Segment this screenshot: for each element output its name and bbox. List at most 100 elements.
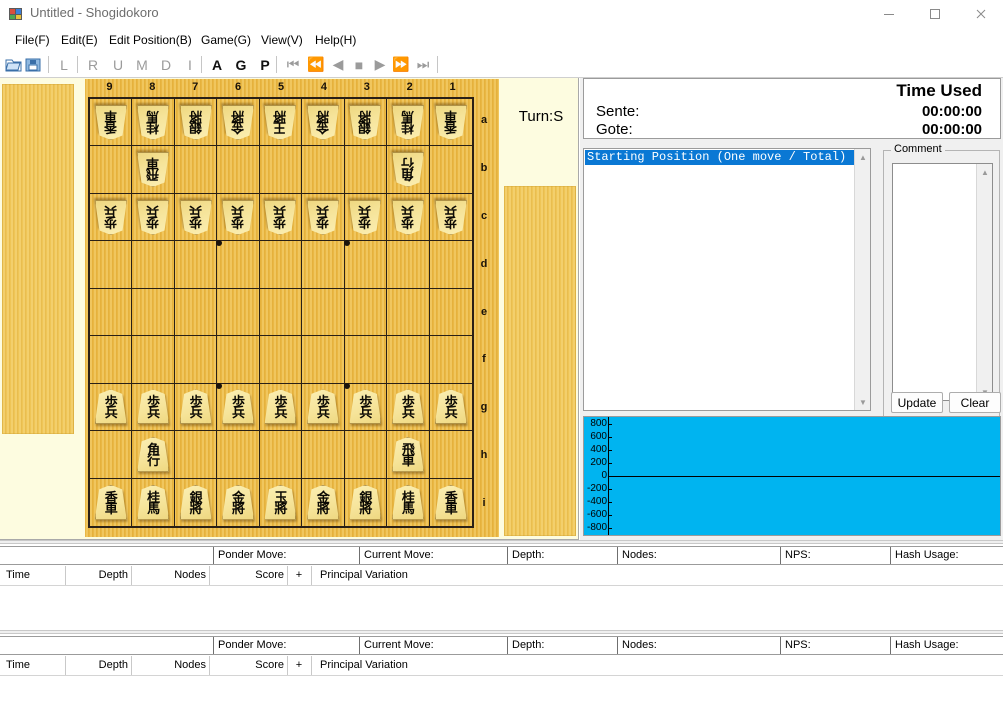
board-square-1i[interactable]: 香 車 (430, 479, 472, 526)
menu-item-view[interactable]: View(V) (258, 32, 306, 48)
piece-gold-gote[interactable]: 金 將 (307, 105, 339, 140)
board-square-5g[interactable]: 歩 兵 (259, 383, 303, 432)
board-square-7i[interactable]: 銀 將 (175, 478, 218, 526)
column-separator[interactable] (131, 566, 132, 585)
piece-pawn-gote[interactable]: 歩 兵 (222, 200, 254, 235)
board-square-5e[interactable] (259, 288, 303, 337)
board-square-2d[interactable] (387, 241, 430, 289)
board-square-4e[interactable] (302, 288, 345, 337)
board-square-4d[interactable] (302, 241, 345, 289)
piece-pawn-sente[interactable]: 歩 兵 (306, 389, 339, 425)
board-square-7h[interactable] (174, 431, 218, 479)
piece-pawn-sente[interactable]: 歩 兵 (391, 389, 424, 425)
piece-pawn-gote[interactable]: 歩 兵 (95, 200, 127, 235)
board-square-1c[interactable]: 歩 兵 (429, 194, 472, 242)
piece-lance-gote[interactable]: 香 車 (435, 105, 467, 140)
board-square-8b[interactable]: 飛 車 (132, 146, 175, 194)
board-square-6g[interactable]: 歩 兵 (217, 383, 260, 432)
piece-pawn-gote[interactable]: 歩 兵 (435, 200, 467, 235)
board-square-3g[interactable]: 歩 兵 (344, 383, 388, 432)
move-list[interactable]: Starting Position (One move / Total) ▲ ▼ (583, 148, 871, 411)
go-last-icon[interactable]: ⏭ (412, 54, 434, 75)
column-separator[interactable] (209, 566, 210, 585)
piece-pawn-gote[interactable]: 歩 兵 (392, 200, 424, 235)
piece-bishop-gote[interactable]: 角 行 (392, 152, 424, 187)
board-square-3d[interactable] (344, 241, 388, 289)
maximize-button[interactable] (912, 0, 957, 27)
board-square-9c[interactable]: 歩 兵 (90, 193, 133, 242)
board-square-7e[interactable] (174, 288, 218, 337)
piece-knight-sente[interactable]: 桂 馬 (137, 484, 170, 520)
piece-pawn-sente[interactable]: 歩 兵 (349, 389, 382, 425)
board-square-6b[interactable] (217, 146, 260, 194)
board-square-8i[interactable]: 桂 馬 (132, 478, 175, 526)
board-square-2f[interactable] (387, 336, 430, 384)
column-separator[interactable] (311, 566, 312, 585)
board-square-6e[interactable] (217, 288, 260, 337)
stop-icon[interactable]: ■ (348, 54, 370, 75)
board-square-1d[interactable] (429, 241, 472, 289)
piece-pawn-sente[interactable]: 歩 兵 (222, 389, 255, 425)
board-square-5i[interactable]: 玉 將 (260, 478, 303, 526)
board-square-6a[interactable]: 金 將 (217, 99, 260, 147)
board-square-5d[interactable] (259, 241, 303, 289)
column-separator[interactable] (131, 656, 132, 675)
letter-a-button[interactable]: A (207, 54, 227, 75)
board-square-9a[interactable]: 香 車 (90, 99, 133, 147)
board-square-7d[interactable] (174, 241, 218, 289)
column-separator[interactable] (287, 656, 288, 675)
menu-item-game[interactable]: Game(G) (198, 32, 254, 48)
save-file-icon[interactable] (23, 54, 43, 75)
board-square-4b[interactable] (302, 146, 345, 194)
comment-scroll-up-icon[interactable]: ▲ (977, 164, 993, 180)
letter-p-button[interactable]: P (255, 54, 275, 75)
piece-pawn-gote[interactable]: 歩 兵 (307, 200, 339, 235)
go-first-icon[interactable]: ⏮ (282, 54, 304, 75)
piece-rook-gote[interactable]: 飛 車 (137, 152, 169, 187)
board-square-2i[interactable]: 桂 馬 (387, 478, 430, 526)
update-button[interactable]: Update (891, 392, 943, 413)
board-square-7b[interactable] (174, 146, 218, 194)
piece-king-sente[interactable]: 玉 將 (264, 484, 297, 520)
piece-pawn-gote[interactable]: 歩 兵 (180, 200, 212, 235)
board-square-6h[interactable] (217, 431, 260, 479)
board-grid[interactable]: 香 車桂 馬銀 將金 將王 將金 將銀 將桂 馬香 車飛 車角 行歩 兵歩 兵歩… (88, 97, 474, 528)
shogi-board[interactable]: 987654321 abcdefghi 香 車桂 馬銀 將金 將王 將金 將銀 … (85, 79, 499, 537)
board-square-5f[interactable] (259, 336, 303, 384)
board-square-2g[interactable]: 歩 兵 (387, 383, 430, 432)
sente-piece-stand[interactable] (504, 186, 576, 536)
letter-u-button[interactable]: U (108, 54, 128, 75)
letter-i-button[interactable]: I (180, 54, 200, 75)
board-square-5h[interactable] (259, 431, 303, 479)
column-header-depth[interactable]: Depth (72, 657, 128, 674)
column-header-principal-variation[interactable]: Principal Variation (320, 657, 620, 674)
step-back-icon[interactable]: ◀ (327, 54, 349, 75)
letter-d-button[interactable]: D (156, 54, 176, 75)
move-list-scrollbar[interactable]: ▲ ▼ (854, 149, 870, 410)
letter-r-button[interactable]: R (83, 54, 103, 75)
board-square-5a[interactable]: 王 將 (259, 99, 303, 147)
board-square-5b[interactable] (259, 146, 303, 194)
piece-pawn-sente[interactable]: 歩 兵 (264, 389, 297, 425)
board-square-8c[interactable]: 歩 兵 (132, 193, 175, 242)
piece-knight-sente[interactable]: 桂 馬 (391, 484, 424, 520)
board-square-3h[interactable] (344, 431, 388, 479)
board-square-9e[interactable] (90, 288, 133, 337)
column-header-nodes[interactable]: Nodes (134, 657, 206, 674)
board-square-2b[interactable]: 角 行 (387, 146, 430, 194)
board-square-4g[interactable]: 歩 兵 (302, 383, 345, 432)
board-square-9d[interactable] (90, 241, 133, 289)
board-square-2e[interactable] (387, 288, 430, 337)
letter-g-button[interactable]: G (231, 54, 251, 75)
piece-silver-gote[interactable]: 銀 將 (180, 105, 212, 140)
column-header-plus[interactable]: + (290, 567, 308, 584)
board-square-8g[interactable]: 歩 兵 (132, 383, 175, 432)
menu-item-edit[interactable]: Edit(E) (58, 32, 101, 48)
board-square-8f[interactable] (132, 336, 175, 384)
piece-lance-sente[interactable]: 香 車 (434, 484, 467, 520)
board-square-4a[interactable]: 金 將 (302, 99, 345, 147)
piece-gold-sente[interactable]: 金 將 (222, 484, 255, 520)
column-header-depth[interactable]: Depth (72, 567, 128, 584)
piece-lance-sente[interactable]: 香 車 (94, 484, 127, 520)
comment-input[interactable]: ▲ ▼ (892, 163, 993, 401)
